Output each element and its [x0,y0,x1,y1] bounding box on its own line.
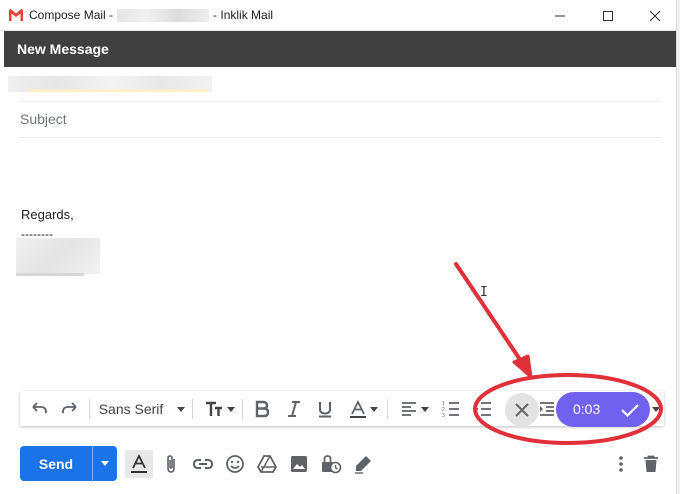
subject-input[interactable] [20,111,620,127]
numbered-list-icon: 123 [442,401,459,418]
underline-button[interactable] [312,395,338,423]
confirm-recording-button[interactable] [618,398,642,422]
formatting-options-button[interactable] [125,450,153,478]
discard-draft-button[interactable] [637,450,665,478]
minimize-icon [555,15,565,16]
attach-icon [167,455,175,473]
minimize-button[interactable] [537,0,583,31]
font-family-select[interactable]: Sans Serif [96,395,188,423]
text-color-button[interactable] [344,395,382,423]
indent-icon [540,402,554,416]
redacted-signature [16,238,100,274]
recipients-field[interactable] [8,67,660,102]
bold-icon [255,400,270,418]
insert-photo-button[interactable] [285,450,313,478]
photo-icon [291,456,307,472]
toolbar-separator [387,399,388,419]
send-button[interactable]: Send [20,446,92,481]
insert-emoji-button[interactable] [221,450,249,478]
chevron-down-icon [420,406,429,412]
cancel-recording-button[interactable] [505,393,539,427]
compose-header: New Message [4,31,676,67]
more-icon [619,456,623,472]
recording-timer: 0:03 [573,401,601,417]
svg-text:3: 3 [442,413,445,418]
toolbar-separator [192,399,193,419]
window-titlebar: Compose Mail - - Inklik Mail [0,0,680,31]
chevron-down-icon [177,406,186,412]
toolbar-separator [89,399,90,419]
chevron-down-icon [369,406,378,412]
more-options-button[interactable] [607,450,635,478]
insert-drive-button[interactable] [253,450,281,478]
redo-icon [62,402,77,413]
text-color-icon [349,400,366,418]
recording-pill: 0:03 [556,392,650,427]
send-button-group: Send [20,446,117,481]
insert-link-icon [192,459,214,469]
window-title-suffix: - Inklik Mail [213,8,274,22]
bold-button[interactable] [249,395,275,423]
italic-icon [288,401,300,417]
redacted-signature-line [16,273,84,276]
window-title-prefix: Compose Mail - [29,8,114,22]
align-button[interactable] [395,395,433,423]
text-cursor-icon: I [480,285,488,300]
confidential-mode-button[interactable] [317,450,345,478]
maximize-button[interactable] [585,0,631,31]
more-formatting-button[interactable] [650,395,662,423]
attach-files-button[interactable] [157,450,185,478]
emoji-icon [226,455,244,473]
toolbar-separator [242,399,243,419]
bulleted-list-icon [475,401,491,417]
align-icon [401,402,416,416]
redo-button[interactable] [57,395,83,423]
drive-icon [257,455,277,473]
bulleted-list-button[interactable] [470,395,496,423]
close-icon [515,403,529,417]
undo-button[interactable] [26,395,52,423]
message-body[interactable]: Regards, -------- [16,140,660,380]
chevron-down-icon [226,406,235,412]
font-family-label: Sans Serif [98,401,164,417]
schedule-send-button[interactable] [93,446,117,481]
font-size-icon [205,401,222,416]
italic-button[interactable] [281,395,307,423]
window-title: Compose Mail - - Inklik Mail [29,8,274,23]
confidential-mode-icon [322,455,342,474]
chevron-down-icon [101,461,109,466]
signature-icon [355,456,371,474]
background-window-edge [676,0,680,494]
signature-regards: Regards, [21,207,74,222]
insert-link-button[interactable] [189,450,217,478]
font-size-button[interactable] [200,395,238,423]
redacted-recipient [8,76,212,92]
close-window-button[interactable] [632,0,678,31]
numbered-list-button[interactable]: 123 [438,395,464,423]
compose-title: New Message [17,41,109,57]
subject-row [20,102,660,138]
more-options-icon [652,406,660,412]
redacted-account [117,9,210,23]
gmail-logo-icon [9,9,23,21]
close-icon [649,10,661,21]
checkmark-icon [621,404,639,418]
trash-icon [644,455,658,472]
formatting-options-icon [131,454,147,473]
maximize-icon [603,10,613,21]
underline-icon [319,402,331,418]
undo-icon [32,402,47,413]
insert-signature-button[interactable] [349,450,377,478]
